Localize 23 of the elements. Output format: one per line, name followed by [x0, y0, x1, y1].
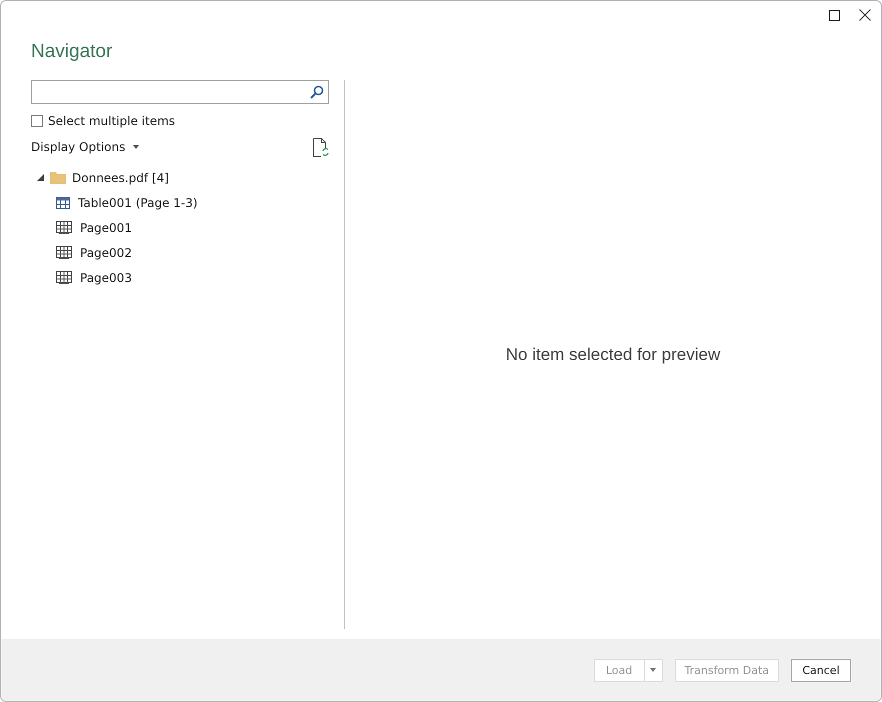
tree-item[interactable]: Page001 — [80, 220, 132, 234]
display-options-dropdown[interactable]: Display Options — [31, 140, 140, 154]
expander-icon[interactable] — [37, 174, 44, 181]
caret-icon — [133, 145, 140, 149]
search-field[interactable] — [31, 80, 329, 104]
checkbox-label: Select multiple items — [48, 114, 176, 128]
empty-preview-message: No item selected for preview — [506, 344, 720, 364]
folder-icon — [50, 171, 66, 184]
table-icon — [56, 196, 70, 208]
tree-item[interactable]: Page002 — [80, 246, 132, 260]
close-icon[interactable] — [859, 9, 871, 21]
search-icon — [310, 85, 324, 99]
dialog-button[interactable]: Cancel — [791, 658, 851, 682]
tree-item[interactable]: Page003 — [80, 270, 132, 284]
page-table-icon — [56, 246, 72, 259]
window-title: Navigator — [30, 40, 114, 64]
checkbox[interactable] — [31, 115, 43, 127]
tree-item[interactable]: Donnees.pdf [4] — [72, 170, 169, 184]
page-table-icon — [56, 271, 72, 284]
tree-item[interactable]: Table001 (Page 1-3) — [78, 196, 198, 210]
refresh-file-icon[interactable] — [313, 138, 329, 156]
page-table-icon — [56, 221, 72, 234]
maximize-icon[interactable] — [829, 9, 840, 21]
